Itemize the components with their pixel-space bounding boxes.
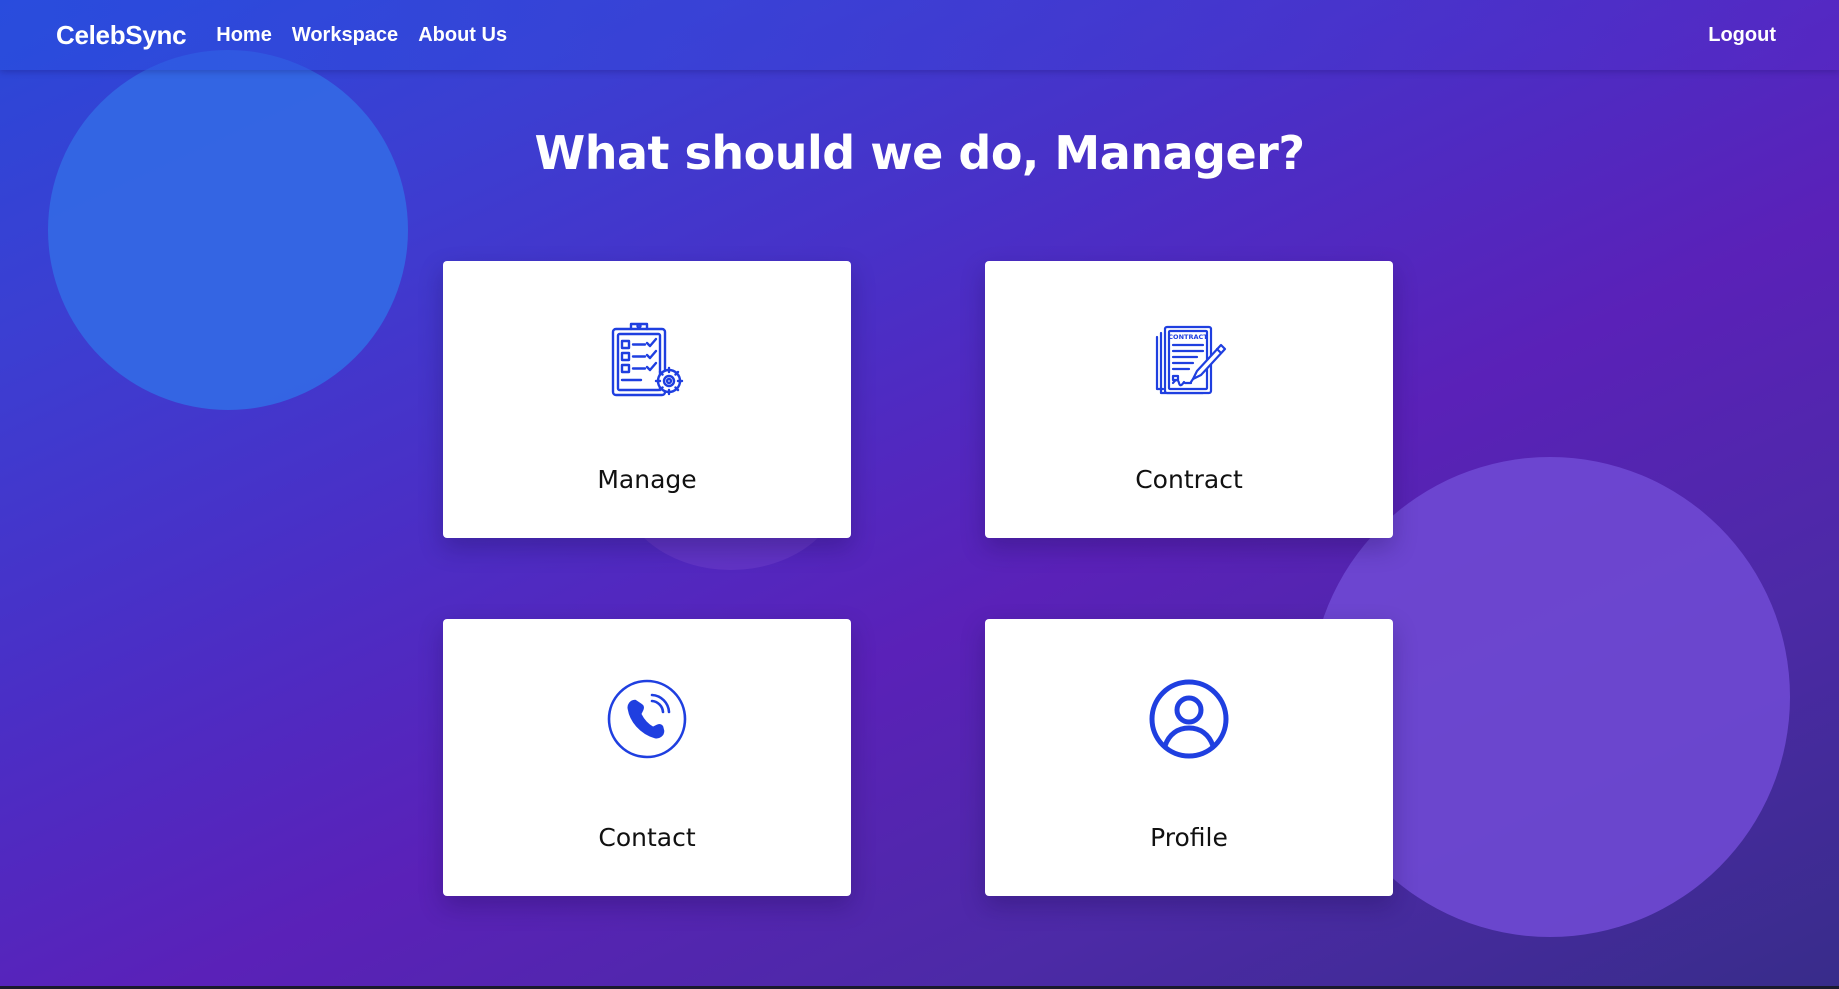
manage-card-label: Manage <box>597 465 697 494</box>
manage-card[interactable]: Manage <box>443 261 851 538</box>
profile-card[interactable]: Profile <box>985 619 1393 896</box>
user-circle-icon <box>1149 679 1229 759</box>
brand-logo[interactable]: CelebSync <box>56 20 187 51</box>
nav-link-workspace[interactable]: Workspace <box>292 24 398 47</box>
background-circle-top-left <box>48 50 408 410</box>
phone-circle-icon <box>607 679 687 759</box>
clipboard-checklist-gear-icon <box>611 322 684 397</box>
navbar: CelebSync Home Workspace About Us Logout <box>0 0 1839 70</box>
page-title: What should we do, Manager? <box>534 126 1305 180</box>
contract-card-label: Contract <box>1135 465 1243 494</box>
nav-link-about-us[interactable]: About Us <box>418 24 507 47</box>
nav-link-home[interactable]: Home <box>216 24 272 47</box>
contract-card[interactable]: CONTRACT Contract <box>985 261 1393 538</box>
logout-button[interactable]: Logout <box>1708 24 1776 47</box>
svg-text:CONTRACT: CONTRACT <box>1168 333 1208 341</box>
contact-card-label: Contact <box>598 823 696 852</box>
contract-pen-icon: CONTRACT <box>1155 325 1227 395</box>
profile-card-label: Profile <box>1150 823 1228 852</box>
contact-card[interactable]: Contact <box>443 619 851 896</box>
